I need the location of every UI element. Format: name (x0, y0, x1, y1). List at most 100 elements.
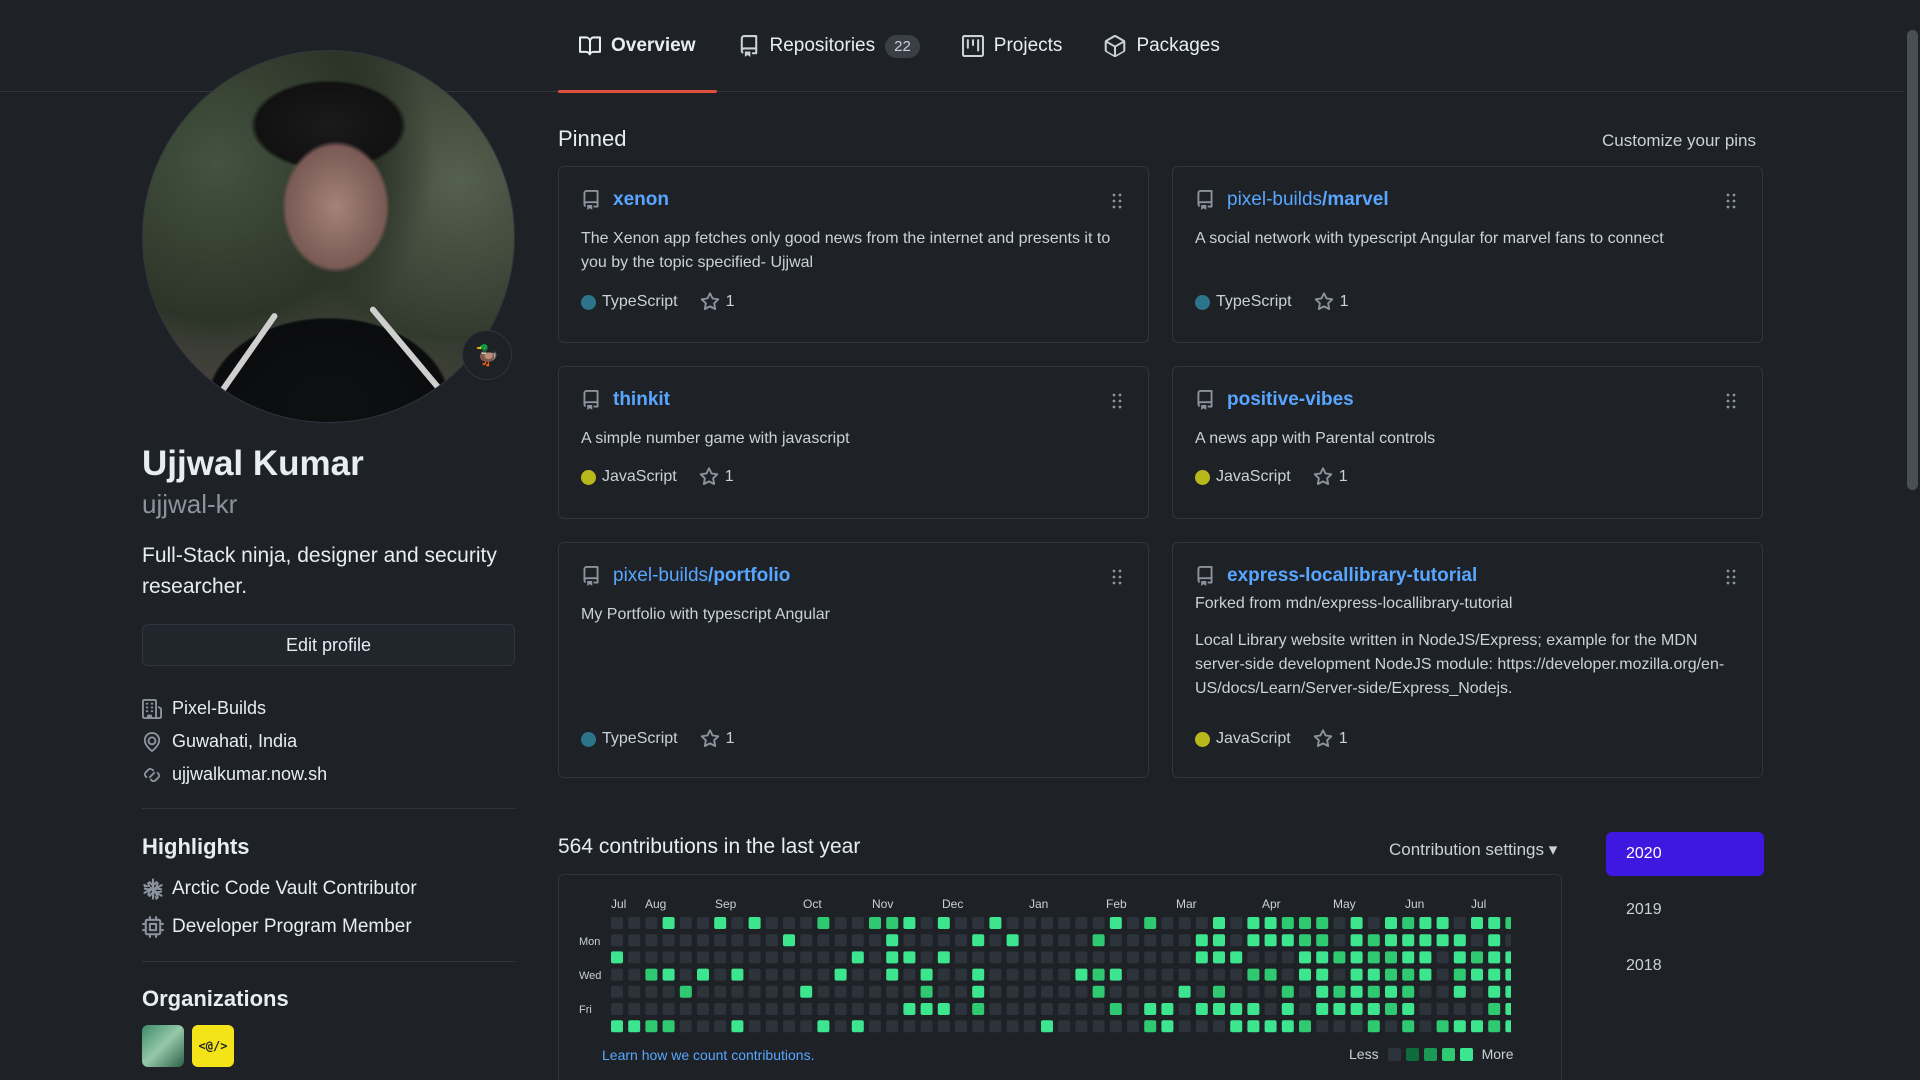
contribution-day[interactable] (697, 1020, 709, 1033)
contribution-day[interactable] (1367, 985, 1380, 998)
contribution-day[interactable] (731, 968, 744, 981)
contribution-day[interactable] (1161, 1020, 1174, 1033)
contribution-day[interactable] (611, 1003, 623, 1015)
contribution-day[interactable] (851, 917, 864, 929)
contribution-day[interactable] (1058, 917, 1071, 929)
organization-avatar[interactable]: <@/> (192, 1025, 234, 1067)
contribution-day[interactable] (920, 985, 933, 998)
contribution-day[interactable] (662, 1020, 675, 1033)
contribution-day[interactable] (920, 917, 933, 929)
contribution-day[interactable] (955, 985, 967, 998)
year-2019-link[interactable]: 2019 (1606, 888, 1764, 932)
contribution-day[interactable] (903, 1020, 916, 1033)
contribution-day[interactable] (937, 985, 950, 998)
contribution-day[interactable] (955, 1003, 967, 1015)
contribution-day[interactable] (1299, 968, 1311, 981)
contribution-day[interactable] (662, 968, 675, 981)
repo-stars-link[interactable]: 1 (700, 729, 735, 749)
contribution-day[interactable] (662, 985, 675, 998)
contribution-day[interactable] (1075, 934, 1088, 947)
contribution-day[interactable] (1023, 951, 1036, 964)
contribution-day[interactable] (1471, 917, 1483, 929)
contribution-day[interactable] (1109, 1020, 1122, 1033)
contribution-day[interactable] (1075, 951, 1088, 964)
contribution-day[interactable] (1023, 1003, 1036, 1015)
contribution-day[interactable] (1350, 985, 1363, 998)
contribution-day[interactable] (714, 934, 727, 947)
contribution-day[interactable] (920, 934, 933, 947)
contribution-day[interactable] (1264, 968, 1277, 981)
page-scrollbar[interactable] (1904, 0, 1920, 1080)
contribution-day[interactable] (662, 934, 675, 947)
contribution-day[interactable] (800, 968, 813, 981)
contribution-day[interactable] (851, 1020, 864, 1033)
contribution-day[interactable] (1385, 1020, 1397, 1033)
learn-contributions-link[interactable]: Learn how we count contributions. (602, 1047, 814, 1063)
contribution-day[interactable] (1505, 968, 1511, 981)
contribution-day[interactable] (1281, 968, 1294, 981)
contribution-day[interactable] (817, 968, 830, 981)
contribution-day[interactable] (1333, 951, 1346, 964)
contribution-day[interactable] (800, 985, 813, 998)
contribution-day[interactable] (834, 951, 847, 964)
contribution-day[interactable] (1195, 968, 1208, 981)
contribution-day[interactable] (1402, 934, 1415, 947)
contribution-day[interactable] (748, 968, 761, 981)
contribution-day[interactable] (1488, 934, 1501, 947)
contribution-day[interactable] (714, 1003, 727, 1015)
contribution-day[interactable] (1402, 1020, 1415, 1033)
contribution-day[interactable] (1178, 934, 1191, 947)
contribution-day[interactable] (1247, 985, 1260, 998)
contribution-day[interactable] (937, 934, 950, 947)
contribution-day[interactable] (1419, 985, 1432, 998)
contribution-day[interactable] (1195, 985, 1208, 998)
contribution-day[interactable] (783, 917, 795, 929)
contribution-day[interactable] (1299, 1003, 1311, 1015)
repo-link[interactable]: positive-vibes (1227, 389, 1354, 411)
contribution-day[interactable] (765, 1003, 778, 1015)
contribution-day[interactable] (1006, 1003, 1019, 1015)
contribution-day[interactable] (1023, 934, 1036, 947)
contribution-day[interactable] (679, 951, 692, 964)
contribution-day[interactable] (1178, 1003, 1191, 1015)
contribution-day[interactable] (1385, 917, 1397, 929)
contribution-day[interactable] (1109, 968, 1122, 981)
contribution-day[interactable] (1505, 917, 1511, 929)
contribution-day[interactable] (1247, 1003, 1260, 1015)
contribution-day[interactable] (1402, 968, 1415, 981)
contribution-day[interactable] (1471, 934, 1483, 947)
contribution-day[interactable] (1006, 917, 1019, 929)
contribution-day[interactable] (714, 985, 727, 998)
contribution-day[interactable] (886, 985, 899, 998)
contribution-day[interactable] (1350, 968, 1363, 981)
contribution-day[interactable] (1367, 917, 1380, 929)
contribution-day[interactable] (1367, 1020, 1380, 1033)
contribution-day[interactable] (645, 1003, 658, 1015)
contribution-day[interactable] (1230, 951, 1243, 964)
contribution-day[interactable] (1436, 1020, 1449, 1033)
contribution-day[interactable] (697, 934, 709, 947)
contribution-day[interactable] (679, 917, 692, 929)
contribution-day[interactable] (1505, 1020, 1511, 1033)
contribution-day[interactable] (1058, 934, 1071, 947)
contribution-day[interactable] (1041, 1020, 1053, 1033)
contribution-day[interactable] (765, 985, 778, 998)
contribution-day[interactable] (1436, 985, 1449, 998)
contribution-day[interactable] (731, 917, 744, 929)
contribution-day[interactable] (1213, 917, 1225, 929)
contribution-day[interactable] (989, 934, 1002, 947)
contribution-day[interactable] (1006, 985, 1019, 998)
contribution-day[interactable] (1488, 917, 1501, 929)
contribution-day[interactable] (1144, 917, 1157, 929)
contribution-day[interactable] (783, 968, 795, 981)
contribution-day[interactable] (645, 1020, 658, 1033)
contribution-day[interactable] (1281, 917, 1294, 929)
contribution-day[interactable] (834, 917, 847, 929)
contribution-day[interactable] (886, 1020, 899, 1033)
contribution-day[interactable] (1281, 1020, 1294, 1033)
contribution-day[interactable] (834, 1003, 847, 1015)
contribution-day[interactable] (1213, 934, 1225, 947)
contribution-day[interactable] (679, 985, 692, 998)
contribution-day[interactable] (748, 951, 761, 964)
contribution-day[interactable] (1247, 1020, 1260, 1033)
